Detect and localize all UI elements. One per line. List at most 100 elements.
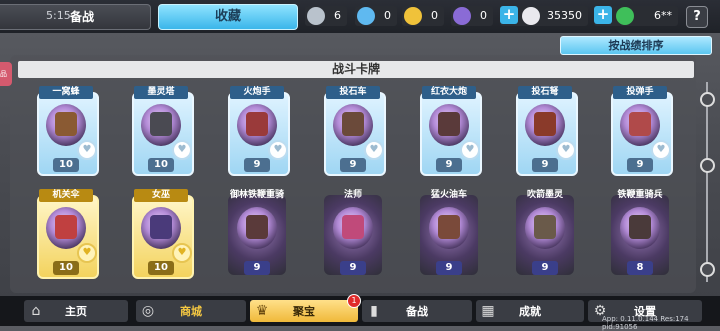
- unit-portrait: [438, 112, 460, 136]
- card[interactable]: 投石弩 ♥ 9: [512, 84, 578, 176]
- card[interactable]: 火炮手 ♥ 9: [224, 84, 290, 176]
- unit-portrait: [150, 112, 172, 136]
- nav-shop-label: 商城: [180, 305, 202, 318]
- side-tab-label: 品: [0, 70, 7, 78]
- nav-prepare-label: 备战: [406, 305, 428, 318]
- notification-badge: 1: [347, 294, 361, 308]
- card-level: 9: [436, 261, 462, 275]
- purple-chest-icon: [453, 7, 471, 25]
- nav-prepare[interactable]: ▮ 备战: [362, 300, 472, 322]
- card-level: 9: [244, 158, 270, 172]
- coin-counter: + 35350: [500, 6, 588, 26]
- card-level: 10: [148, 158, 174, 172]
- purple-chest-counter: 0: [451, 6, 493, 26]
- favorite-icon[interactable]: ♥: [651, 140, 671, 160]
- card-level: 10: [53, 261, 79, 275]
- card[interactable]: 御林铁鞭重骑兵 9: [224, 187, 290, 279]
- nav-home[interactable]: ⌂ 主页: [24, 300, 128, 322]
- unit-portrait: [342, 112, 364, 136]
- card-name: 一窝蜂: [39, 86, 93, 99]
- card-level: 10: [148, 261, 174, 275]
- card[interactable]: 吹箭墨灵 9: [512, 187, 578, 279]
- coin-icon: [522, 7, 540, 25]
- card-level: 9: [532, 158, 558, 172]
- silver-chest-icon: [307, 7, 325, 25]
- tab-prepare[interactable]: 5:15 备战: [0, 4, 151, 30]
- coin-count: 35350: [547, 9, 582, 22]
- unit-portrait: [629, 112, 651, 136]
- card[interactable]: 投弹手 ♥ 9: [607, 84, 673, 176]
- clock: 5:15: [46, 9, 71, 22]
- side-tab[interactable]: 品: [0, 62, 12, 86]
- card-name: 法师: [343, 190, 362, 200]
- card-name: 红衣大炮: [422, 86, 476, 99]
- scroll-knob-bottom[interactable]: [700, 262, 715, 277]
- card-name: 投弹手: [613, 86, 667, 99]
- card[interactable]: 投石车 ♥ 9: [320, 84, 386, 176]
- favorite-icon[interactable]: ♥: [172, 140, 192, 160]
- card-level: 9: [244, 261, 270, 275]
- unit-portrait: [629, 215, 651, 239]
- nav-treasure[interactable]: ♛ 聚宝: [250, 300, 358, 322]
- card[interactable]: 铁鞭重骑兵 8: [607, 187, 673, 279]
- nav-treasure-label: 聚宝: [293, 305, 315, 318]
- sort-by-record-button[interactable]: 按战绩排序: [560, 36, 712, 55]
- card-level: 9: [627, 158, 653, 172]
- gold-chest-count: 0: [431, 9, 438, 22]
- unit-portrait: [534, 112, 556, 136]
- card-level: 10: [53, 158, 79, 172]
- card-name: 女巫: [134, 189, 188, 202]
- silver-chest-counter: 6: [305, 6, 347, 26]
- card-name: 机关伞: [39, 189, 93, 202]
- card-level: 9: [340, 158, 366, 172]
- tab-prepare-label: 备战: [70, 10, 95, 24]
- favorite-icon[interactable]: ♥: [364, 140, 384, 160]
- blue-chest-icon: [357, 7, 375, 25]
- unit-portrait: [342, 215, 364, 239]
- unit-portrait: [246, 112, 268, 136]
- card[interactable]: 红衣大炮 ♥ 9: [416, 84, 482, 176]
- card[interactable]: 一窝蜂 ♥ 10: [33, 84, 99, 176]
- unit-portrait: [150, 215, 172, 239]
- silver-chest-count: 6: [334, 9, 341, 22]
- purple-chest-count: 0: [480, 9, 487, 22]
- add-gems-button[interactable]: +: [594, 6, 612, 24]
- nav-shop[interactable]: ◎ 商城: [136, 300, 246, 322]
- card-level: 9: [340, 261, 366, 275]
- favorite-icon[interactable]: ♥: [556, 140, 576, 160]
- scroll-knob-middle[interactable]: [700, 158, 715, 173]
- tab-collection[interactable]: 收藏: [158, 4, 298, 30]
- help-button[interactable]: ?: [686, 6, 708, 28]
- gem-icon: [616, 7, 634, 25]
- card-level: 9: [532, 261, 558, 275]
- card-name: 墨灵塔: [134, 86, 188, 99]
- card-name: 投石弩: [518, 86, 572, 99]
- unit-portrait: [246, 215, 268, 239]
- unit-portrait: [55, 215, 77, 239]
- favorite-icon[interactable]: ♥: [172, 243, 192, 263]
- gold-chest-counter: 0: [402, 6, 444, 26]
- card[interactable]: 墨灵塔 ♥ 10: [128, 84, 194, 176]
- card[interactable]: 法师 9: [320, 187, 386, 279]
- favorite-icon[interactable]: ♥: [460, 140, 480, 160]
- scroll-knob-top[interactable]: [700, 92, 715, 107]
- add-coins-button[interactable]: +: [500, 6, 518, 24]
- gem-counter: + 6**: [594, 6, 678, 26]
- card-name: 铁鞭重骑兵: [617, 190, 663, 200]
- favorite-icon[interactable]: ♥: [268, 140, 288, 160]
- unit-portrait: [534, 215, 556, 239]
- blue-chest-counter: 0: [355, 6, 397, 26]
- card-level: 9: [436, 158, 462, 172]
- card-name: 投石车: [326, 86, 380, 99]
- favorite-icon[interactable]: ♥: [77, 140, 97, 160]
- version-text: App: 0.11.0.144 Res:174 pid:91056: [602, 315, 689, 331]
- scroll-rail[interactable]: [706, 82, 708, 282]
- card[interactable]: 女巫 ♥ 10: [128, 187, 194, 279]
- card-level: 8: [627, 261, 653, 275]
- card[interactable]: 机关伞 ♥ 10: [33, 187, 99, 279]
- favorite-icon[interactable]: ♥: [77, 243, 97, 263]
- nav-achievement[interactable]: ▦ 成就: [476, 300, 584, 322]
- card-name: 猛火油车: [430, 190, 467, 200]
- gem-count: 6**: [654, 9, 672, 22]
- card[interactable]: 猛火油车 9: [416, 187, 482, 279]
